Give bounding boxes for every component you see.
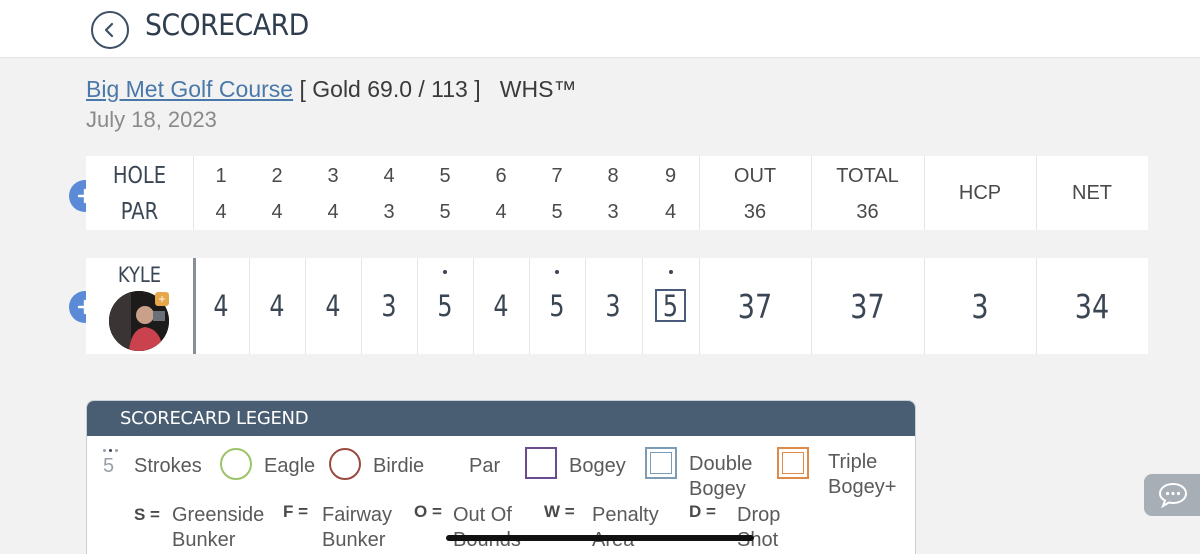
fairway-1: Fairway (322, 504, 393, 526)
out-of-bounds-key: O = (414, 502, 442, 521)
fairway-2: Bunker (322, 529, 386, 551)
divider (473, 258, 474, 354)
legend-birdie: Birdie (373, 455, 425, 477)
page-title: SCORECARD (145, 8, 309, 42)
hole-number: 9 (664, 164, 677, 187)
legend-par: Par (469, 455, 501, 477)
penalty-1: Penalty (592, 504, 659, 526)
hole-par: 3 (607, 200, 619, 223)
drop-shot-key: D = (689, 502, 716, 521)
out-label: OUT (733, 164, 777, 187)
player-out: 37 (737, 286, 773, 326)
stroke-dot (443, 270, 447, 274)
hole-score[interactable]: 4 (478, 258, 524, 354)
hole-par: 4 (327, 200, 339, 223)
hole-number: 1 (215, 164, 227, 187)
hole-score[interactable]: 4 (254, 258, 300, 354)
legend-triple-bogey-2: Bogey+ (828, 476, 897, 498)
chat-button[interactable] (1144, 474, 1200, 516)
top-bar: SCORECARD (0, 0, 1200, 58)
divider (361, 258, 362, 354)
hole-par: 3 (383, 200, 395, 223)
hole-score[interactable]: 4 (198, 258, 244, 354)
legend-double-bogey-1: Double (689, 453, 753, 475)
penalty-key: W = (544, 502, 575, 521)
hole-par: 4 (215, 200, 227, 223)
divider (811, 258, 812, 354)
tee-info: [ Gold 69.0 / 113 ] (299, 76, 481, 102)
home-indicator[interactable] (446, 535, 754, 541)
chevron-left-icon (104, 22, 114, 38)
hole-number: 5 (439, 164, 451, 187)
hole-score[interactable]: 3 (366, 258, 412, 354)
net-label: NET (1072, 181, 1112, 204)
hole-number: 4 (383, 164, 395, 187)
hole-score[interactable]: 4 (310, 258, 356, 354)
double-bogey-swatch (645, 447, 677, 479)
divider (529, 258, 530, 354)
chat-bubble-icon (1158, 482, 1188, 509)
hole-label: HOLE (112, 163, 167, 189)
hole-par: 4 (495, 200, 507, 223)
strokes-dots-icon (100, 449, 120, 453)
stroke-dot (555, 270, 559, 274)
divider (249, 258, 250, 354)
rating-system: WHS™ (499, 76, 577, 102)
player-total: 37 (850, 286, 885, 326)
out-of-bounds-1: Out Of (453, 504, 512, 526)
par-out: 36 (743, 200, 767, 223)
legend-title: SCORECARD LEGEND (87, 401, 915, 436)
hole-par: 5 (551, 200, 563, 223)
legend-triple-bogey-1: Triple (828, 451, 878, 473)
legend-eagle: Eagle (264, 455, 316, 477)
birdie-swatch (329, 448, 361, 480)
hole-par: 5 (439, 200, 451, 223)
fairway-key: F = (283, 502, 309, 521)
greenside-1: Greenside (172, 504, 265, 526)
handicap-badge-icon: + (155, 292, 169, 306)
hole-number: 7 (551, 164, 563, 187)
back-button[interactable] (91, 11, 129, 49)
legend-bogey: Bogey (569, 455, 626, 477)
hole-par: 4 (664, 200, 677, 223)
player-divider (193, 258, 196, 354)
greenside-key: S = (134, 505, 160, 524)
divider (642, 258, 643, 354)
divider (417, 258, 418, 354)
divider (924, 258, 925, 354)
total-label: TOTAL (836, 164, 899, 187)
course-line: Big Met Golf Course [ Gold 69.0 / 113 ] … (86, 76, 576, 103)
hole-par: 4 (271, 200, 283, 223)
greenside-2: Bunker (172, 529, 236, 551)
divider (699, 258, 700, 354)
hcp-label: HCP (958, 181, 1002, 204)
triple-bogey-swatch (777, 447, 809, 479)
hole-score[interactable]: 3 (590, 258, 636, 354)
player-name: KYLE (117, 263, 162, 287)
player-net: 34 (1074, 286, 1110, 326)
player-score-row: KYLE + 4 4 4 3 5 4 5 3 5 37 37 3 34 (86, 258, 1148, 354)
divider (305, 258, 306, 354)
scorecard-legend: SCORECARD LEGEND 5 Strokes Eagle Birdie … (86, 400, 916, 554)
par-total: 36 (856, 200, 879, 223)
divider (1036, 258, 1037, 354)
round-date: July 18, 2023 (86, 107, 217, 132)
hole-score[interactable]: 5 (647, 258, 694, 354)
drop-shot-1: Drop (737, 504, 781, 526)
divider (585, 258, 586, 354)
legend-strokes: Strokes (134, 455, 202, 477)
par-label: PAR (120, 199, 159, 225)
legend-double-bogey-2: Bogey (689, 478, 746, 500)
strokes-example: 5 (103, 455, 115, 477)
course-name-link[interactable]: Big Met Golf Course (86, 76, 293, 102)
hole-number: 8 (607, 164, 619, 187)
bogey-swatch (525, 447, 557, 479)
hole-number: 6 (495, 164, 507, 187)
player-hcp: 3 (971, 286, 989, 326)
hole-number: 2 (271, 164, 283, 187)
hole-number: 3 (327, 164, 339, 187)
eagle-swatch (220, 448, 252, 480)
scorecard-header: HOLE PAR 1 2 3 4 5 6 7 8 9 4 4 4 3 5 4 5… (86, 156, 1148, 230)
